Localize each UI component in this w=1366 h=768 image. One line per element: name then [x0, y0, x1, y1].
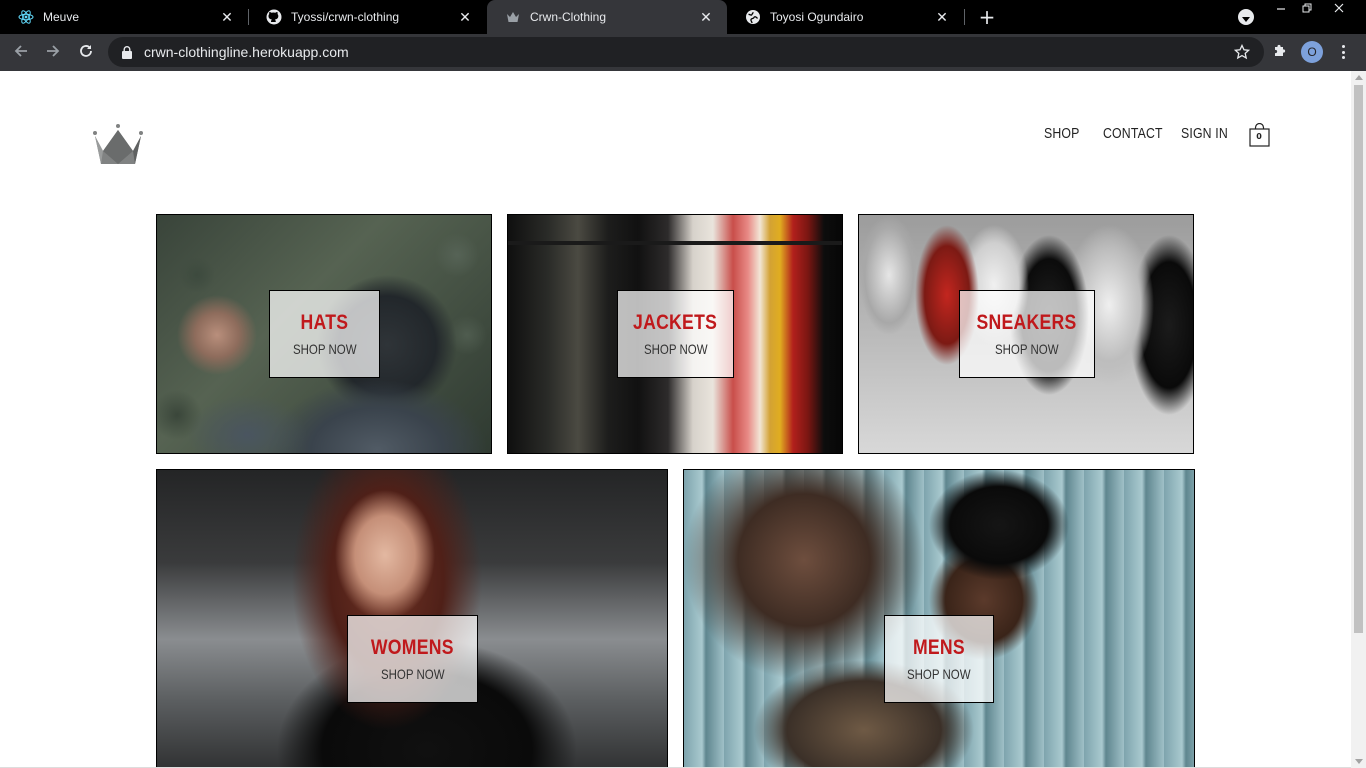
- restore-icon: [1302, 2, 1312, 16]
- category-label-box[interactable]: WOMENS SHOP NOW: [347, 615, 478, 703]
- browser-tab[interactable]: Tyossi/crwn-clothing ✕: [248, 0, 486, 34]
- arrow-right-icon: [45, 43, 61, 63]
- shop-now-label: SHOP NOW: [643, 341, 708, 357]
- category-title: WOMENS: [371, 636, 454, 659]
- category-tile-hats[interactable]: HATS SHOP NOW: [156, 214, 492, 454]
- cart-item-count: 0: [1256, 132, 1262, 141]
- close-tab-icon[interactable]: ✕: [697, 8, 715, 26]
- category-title: SNEAKERS: [976, 311, 1078, 334]
- arrow-left-icon: [13, 43, 29, 63]
- nav-shop-link[interactable]: SHOP: [1044, 125, 1080, 142]
- category-title: MENS: [913, 636, 965, 659]
- address-bar[interactable]: crwn-clothingline.herokuapp.com: [108, 37, 1264, 67]
- new-tab-button[interactable]: +: [976, 5, 998, 29]
- tab-separator: [964, 9, 965, 25]
- shop-now-label: SHOP NOW: [907, 666, 971, 682]
- puzzle-icon: [1272, 42, 1288, 62]
- minimize-button[interactable]: [1268, 0, 1294, 18]
- page-viewport: SHOP CONTACT SIGN IN 0 HATS SHOP NOW JAC…: [0, 71, 1366, 768]
- close-tab-icon[interactable]: ✕: [218, 8, 236, 26]
- shop-now-label: SHOP NOW: [380, 666, 445, 682]
- page-scrollbar[interactable]: [1351, 71, 1366, 768]
- category-tile-womens[interactable]: WOMENS SHOP NOW: [156, 469, 668, 768]
- nav-contact-link[interactable]: CONTACT: [1103, 125, 1163, 142]
- tab-title: Toyosi Ogundairo: [770, 10, 864, 24]
- category-label-box[interactable]: SNEAKERS SHOP NOW: [959, 290, 1095, 378]
- scroll-down-arrow-icon[interactable]: [1355, 759, 1363, 764]
- back-button[interactable]: [8, 40, 34, 66]
- minimize-icon: [1276, 2, 1286, 16]
- tab-title: Tyossi/crwn-clothing: [291, 10, 400, 24]
- profile-avatar[interactable]: O: [1301, 41, 1323, 63]
- close-window-button[interactable]: [1326, 0, 1352, 18]
- category-tile-mens[interactable]: MENS SHOP NOW: [683, 469, 1195, 768]
- crown-icon: [505, 9, 521, 25]
- category-label-box[interactable]: JACKETS SHOP NOW: [617, 290, 734, 378]
- url-text: crwn-clothingline.herokuapp.com: [144, 44, 349, 60]
- browser-tab[interactable]: Meuve ✕: [0, 0, 248, 34]
- bookmark-star-icon[interactable]: [1233, 43, 1251, 64]
- chevron-down-icon: [1242, 8, 1250, 27]
- lock-icon: [122, 45, 134, 59]
- globe-icon: [745, 9, 761, 25]
- nav-sign-in-link[interactable]: SIGN IN: [1181, 125, 1228, 142]
- shop-now-label: SHOP NOW: [995, 341, 1059, 357]
- tab-title: Meuve: [43, 10, 80, 24]
- browser-toolbar: crwn-clothingline.herokuapp.com O: [0, 34, 1366, 71]
- browser-menu-button[interactable]: [1335, 42, 1351, 62]
- forward-button[interactable]: [40, 40, 66, 66]
- browser-tab-strip: Meuve ✕ Tyossi/crwn-clothing ✕ Crwn-Clot…: [0, 0, 1366, 34]
- category-label-box[interactable]: MENS SHOP NOW: [884, 615, 994, 703]
- category-title: JACKETS: [633, 311, 718, 334]
- category-title: HATS: [300, 311, 349, 334]
- crown-logo[interactable]: [92, 123, 144, 165]
- reload-icon: [78, 43, 94, 63]
- tab-search-button[interactable]: [1238, 9, 1254, 25]
- tab-title: Crwn-Clothing: [530, 10, 607, 24]
- github-icon: [266, 9, 282, 25]
- category-label-box[interactable]: HATS SHOP NOW: [269, 290, 380, 378]
- restore-button[interactable]: [1294, 0, 1320, 18]
- extensions-button[interactable]: [1270, 42, 1290, 62]
- reload-button[interactable]: [73, 40, 99, 66]
- browser-tab-active[interactable]: Crwn-Clothing ✕: [487, 0, 727, 34]
- close-tab-icon[interactable]: ✕: [933, 8, 951, 26]
- cart-button[interactable]: 0: [1248, 122, 1272, 147]
- browser-tab[interactable]: Toyosi Ogundairo ✕: [727, 0, 963, 34]
- react-icon: [18, 9, 34, 25]
- category-tile-sneakers[interactable]: SNEAKERS SHOP NOW: [858, 214, 1194, 454]
- shop-now-label: SHOP NOW: [292, 341, 357, 357]
- category-tile-jackets[interactable]: JACKETS SHOP NOW: [507, 214, 843, 454]
- close-icon: [1334, 2, 1344, 16]
- scrollbar-thumb[interactable]: [1354, 85, 1363, 633]
- scroll-up-arrow-icon[interactable]: [1355, 75, 1363, 80]
- close-tab-icon[interactable]: ✕: [456, 8, 474, 26]
